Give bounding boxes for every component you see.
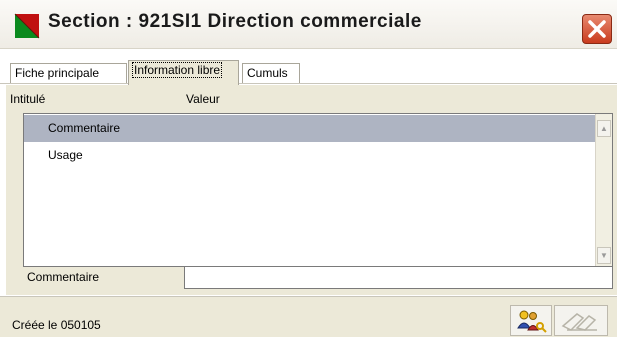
close-icon: [588, 20, 606, 38]
tab-label: Information libre: [131, 62, 223, 78]
list-item-label: Usage: [48, 148, 83, 162]
list-item[interactable]: Commentaire: [24, 115, 595, 142]
list-item-label: Commentaire: [48, 121, 121, 135]
tab-fiche-principale[interactable]: Fiche principale: [10, 63, 127, 83]
dialog-window: Section : 921SI1 Direction commerciale F…: [0, 0, 617, 337]
free-info-list[interactable]: Commentaire Usage ▲ ▼: [23, 113, 613, 267]
section-app-icon: [14, 13, 40, 39]
commentaire-label: Commentaire: [27, 270, 100, 284]
tab-label: Cumuls: [247, 66, 288, 80]
commentaire-field[interactable]: [184, 266, 613, 289]
list-item[interactable]: Usage: [24, 142, 595, 169]
users-key-button[interactable]: [510, 305, 552, 336]
tab-label: Fiche principale: [15, 66, 100, 80]
scroll-down-button[interactable]: ▼: [597, 247, 611, 264]
tools-button[interactable]: [554, 305, 608, 336]
users-key-icon: [517, 310, 547, 333]
tab-information-libre[interactable]: Information libre: [128, 60, 239, 85]
title-bar: Section : 921SI1 Direction commerciale: [0, 0, 617, 49]
status-text: Créée le 050105: [12, 318, 101, 332]
window-title: Section : 921SI1 Direction commerciale: [48, 11, 422, 32]
vertical-scrollbar[interactable]: ▲ ▼: [595, 114, 612, 266]
column-header-valeur[interactable]: Valeur: [186, 92, 220, 106]
scroll-up-button[interactable]: ▲: [597, 120, 611, 137]
tab-cumuls[interactable]: Cumuls: [242, 63, 300, 83]
column-header-intitule[interactable]: Intitulé: [10, 92, 45, 106]
disabled-tools-icon: [561, 313, 597, 331]
close-button[interactable]: [582, 14, 612, 44]
